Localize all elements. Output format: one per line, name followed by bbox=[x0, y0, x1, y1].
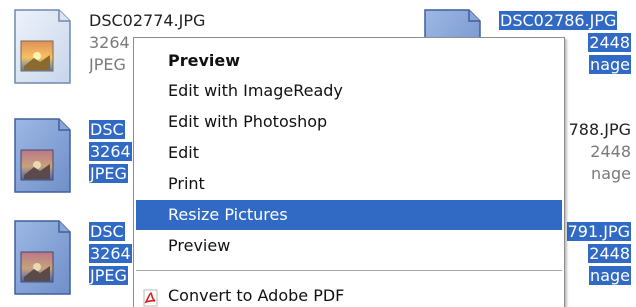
menu-item-edit[interactable]: Edit bbox=[136, 138, 562, 168]
file-name: DSC02786.JPG bbox=[499, 11, 618, 30]
menu-item-print[interactable]: Print bbox=[136, 169, 562, 199]
menu-item-preview[interactable]: Preview bbox=[136, 231, 562, 261]
jpeg-file-icon bbox=[4, 109, 76, 199]
jpeg-file-icon bbox=[4, 211, 76, 301]
file-item[interactable]: DSC 3264 JPEG bbox=[0, 109, 140, 199]
menu-item-convert-to-adobe-pdf[interactable]: Convert to Adobe PDF bbox=[136, 281, 562, 307]
file-item[interactable]: DSC02774.JPG 3264 JPEG bbox=[0, 0, 205, 90]
context-menu: Preview Edit with ImageReady Edit with P… bbox=[133, 37, 565, 307]
menu-item-preview-default[interactable]: Preview bbox=[136, 46, 562, 76]
jpeg-file-icon bbox=[4, 0, 76, 90]
menu-separator bbox=[136, 270, 562, 271]
menu-item-edit-with-imageready[interactable]: Edit with ImageReady bbox=[136, 76, 562, 106]
menu-item-resize-pictures[interactable]: Resize Pictures bbox=[136, 200, 562, 230]
adobe-pdf-icon bbox=[142, 287, 160, 307]
file-item[interactable]: DSC 3264 JPEG bbox=[0, 211, 140, 301]
file-name: DSC02774.JPG bbox=[89, 11, 206, 30]
menu-item-edit-with-photoshop[interactable]: Edit with Photoshop bbox=[136, 107, 562, 137]
